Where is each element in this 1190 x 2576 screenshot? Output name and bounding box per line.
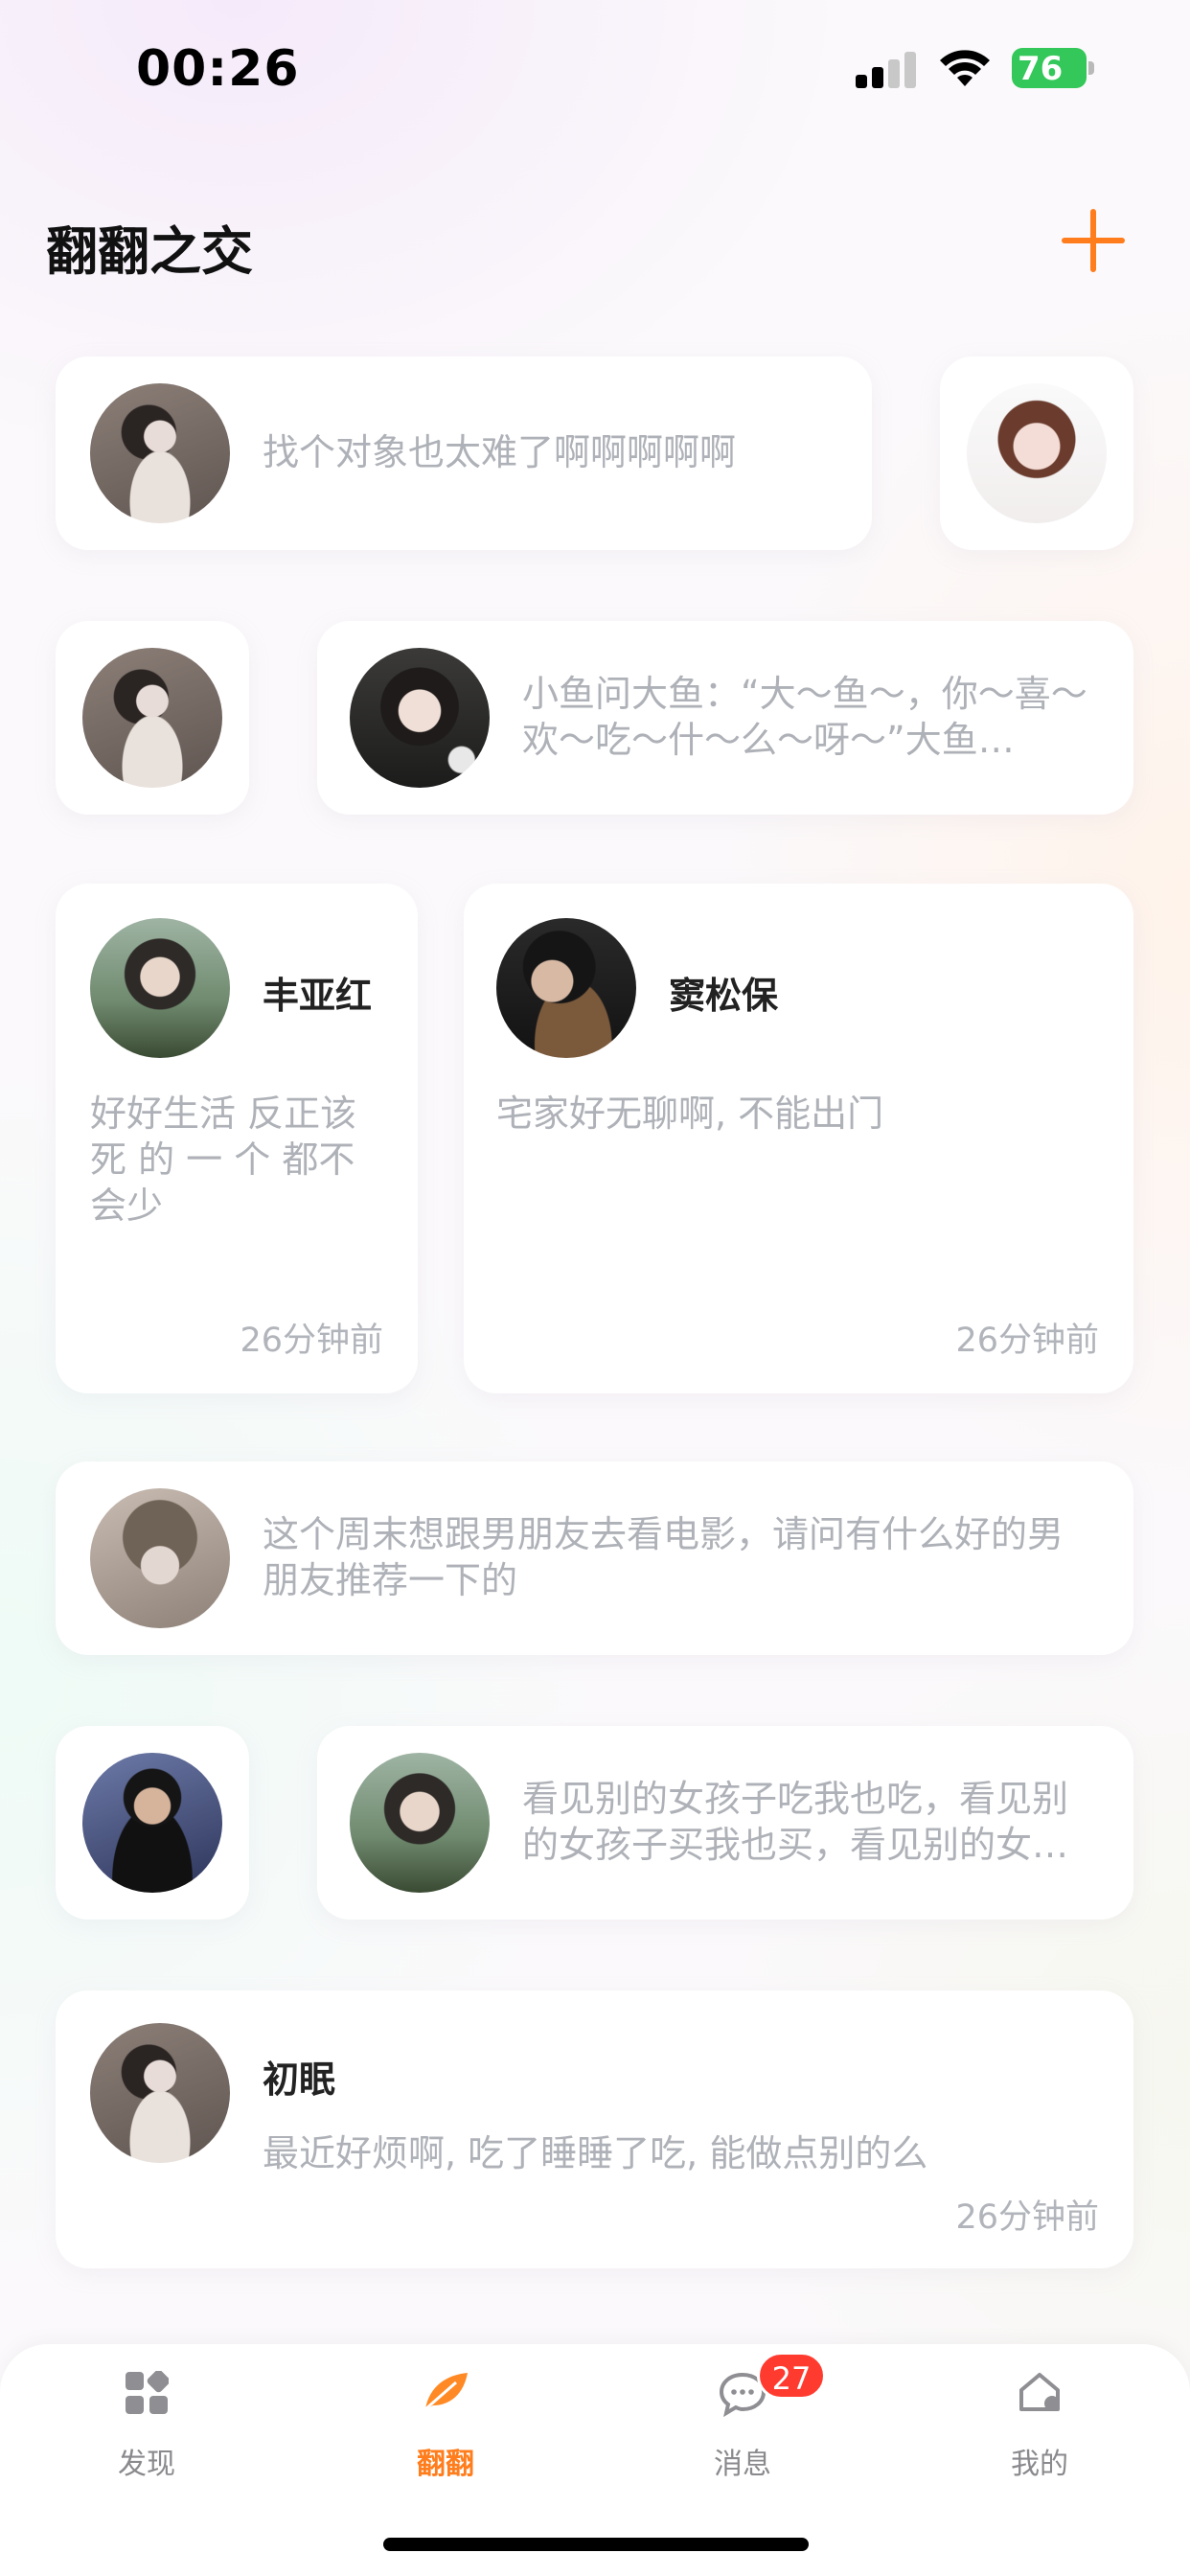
avatar[interactable] bbox=[82, 1753, 222, 1893]
post-text: 看见别的女孩子吃我也吃，看见别的女孩子买我也买，看见别的女孩子 bbox=[522, 1778, 1069, 1866]
avatar[interactable] bbox=[350, 1753, 490, 1893]
post-text: 最近好烦啊, 吃了睡睡了吃, 能做点别的么 bbox=[263, 2132, 928, 2174]
tab-fanfan[interactable]: 翻翻 bbox=[369, 2440, 522, 2482]
avatar[interactable] bbox=[90, 1488, 230, 1628]
user-name: 窦松保 bbox=[669, 975, 779, 1017]
post-text: 找个对象也太难了啊啊啊啊啊 bbox=[263, 431, 737, 473]
tab-mine[interactable]: 我的 bbox=[963, 2440, 1116, 2482]
cellular-signal-icon bbox=[856, 50, 917, 88]
avatar-card[interactable] bbox=[56, 1726, 249, 1920]
avatar[interactable] bbox=[967, 383, 1107, 523]
status-time: 00:26 bbox=[136, 40, 300, 98]
feed-card[interactable]: 找个对象也太难了啊啊啊啊啊 bbox=[56, 356, 872, 550]
post-text: 好好生活 反正该死 的 一 个 都不会少 bbox=[90, 1092, 357, 1227]
page-title: 翻翻之交 bbox=[46, 221, 253, 282]
avatar[interactable] bbox=[82, 648, 222, 788]
avatar[interactable] bbox=[90, 2023, 230, 2163]
feed-card[interactable]: 窦松保 宅家好无聊啊, 不能出门 26分钟前 bbox=[464, 884, 1133, 1393]
user-name: 丰亚红 bbox=[263, 975, 373, 1017]
battery-icon: 76 bbox=[1012, 48, 1094, 88]
post-time: 26分钟前 bbox=[240, 1322, 383, 1360]
feed-card[interactable]: 初眠 最近好烦啊, 吃了睡睡了吃, 能做点别的么 26分钟前 bbox=[56, 1990, 1133, 2268]
home-indicator bbox=[383, 2538, 809, 2551]
feed-card[interactable]: 小鱼问大鱼：“大～鱼～，你～喜～欢～吃～什～么～呀～”大鱼说：“小～鱼～” bbox=[317, 621, 1133, 815]
tab-discover[interactable]: 发现 bbox=[70, 2440, 223, 2482]
user-name: 初眠 bbox=[263, 2058, 336, 2101]
unread-badge: 27 bbox=[757, 2352, 826, 2400]
battery-level: 76 bbox=[1018, 50, 1064, 88]
post-time: 26分钟前 bbox=[955, 1322, 1099, 1360]
feed-card[interactable]: 丰亚红 好好生活 反正该死 的 一 个 都不会少 26分钟前 bbox=[56, 884, 418, 1393]
wifi-icon bbox=[940, 50, 990, 86]
avatar[interactable] bbox=[496, 918, 636, 1058]
avatar[interactable] bbox=[90, 383, 230, 523]
feed-card[interactable]: 这个周末想跟男朋友去看电影，请问有什么好的男朋友推荐一下的 bbox=[56, 1461, 1133, 1655]
post-text: 小鱼问大鱼：“大～鱼～，你～喜～欢～吃～什～么～呀～”大鱼说：“小～鱼～” bbox=[522, 673, 1087, 761]
tab-messages[interactable]: 消息 bbox=[666, 2440, 819, 2482]
avatar-card[interactable] bbox=[940, 356, 1133, 550]
post-text: 这个周末想跟男朋友去看电影，请问有什么好的男朋友推荐一下的 bbox=[263, 1513, 1064, 1601]
home-profile-icon[interactable] bbox=[1016, 2369, 1064, 2417]
post-text: 宅家好无聊啊, 不能出门 bbox=[496, 1092, 884, 1135]
post-time: 26分钟前 bbox=[955, 2198, 1099, 2237]
avatar-card[interactable] bbox=[56, 621, 249, 815]
leaf-icon[interactable] bbox=[422, 2369, 469, 2413]
feed-card[interactable]: 看见别的女孩子吃我也吃，看见别的女孩子买我也买，看见别的女孩子 bbox=[317, 1726, 1133, 1920]
avatar[interactable] bbox=[90, 918, 230, 1058]
discover-icon[interactable] bbox=[125, 2371, 169, 2415]
avatar[interactable] bbox=[350, 648, 490, 788]
add-post-button[interactable] bbox=[1062, 209, 1125, 272]
